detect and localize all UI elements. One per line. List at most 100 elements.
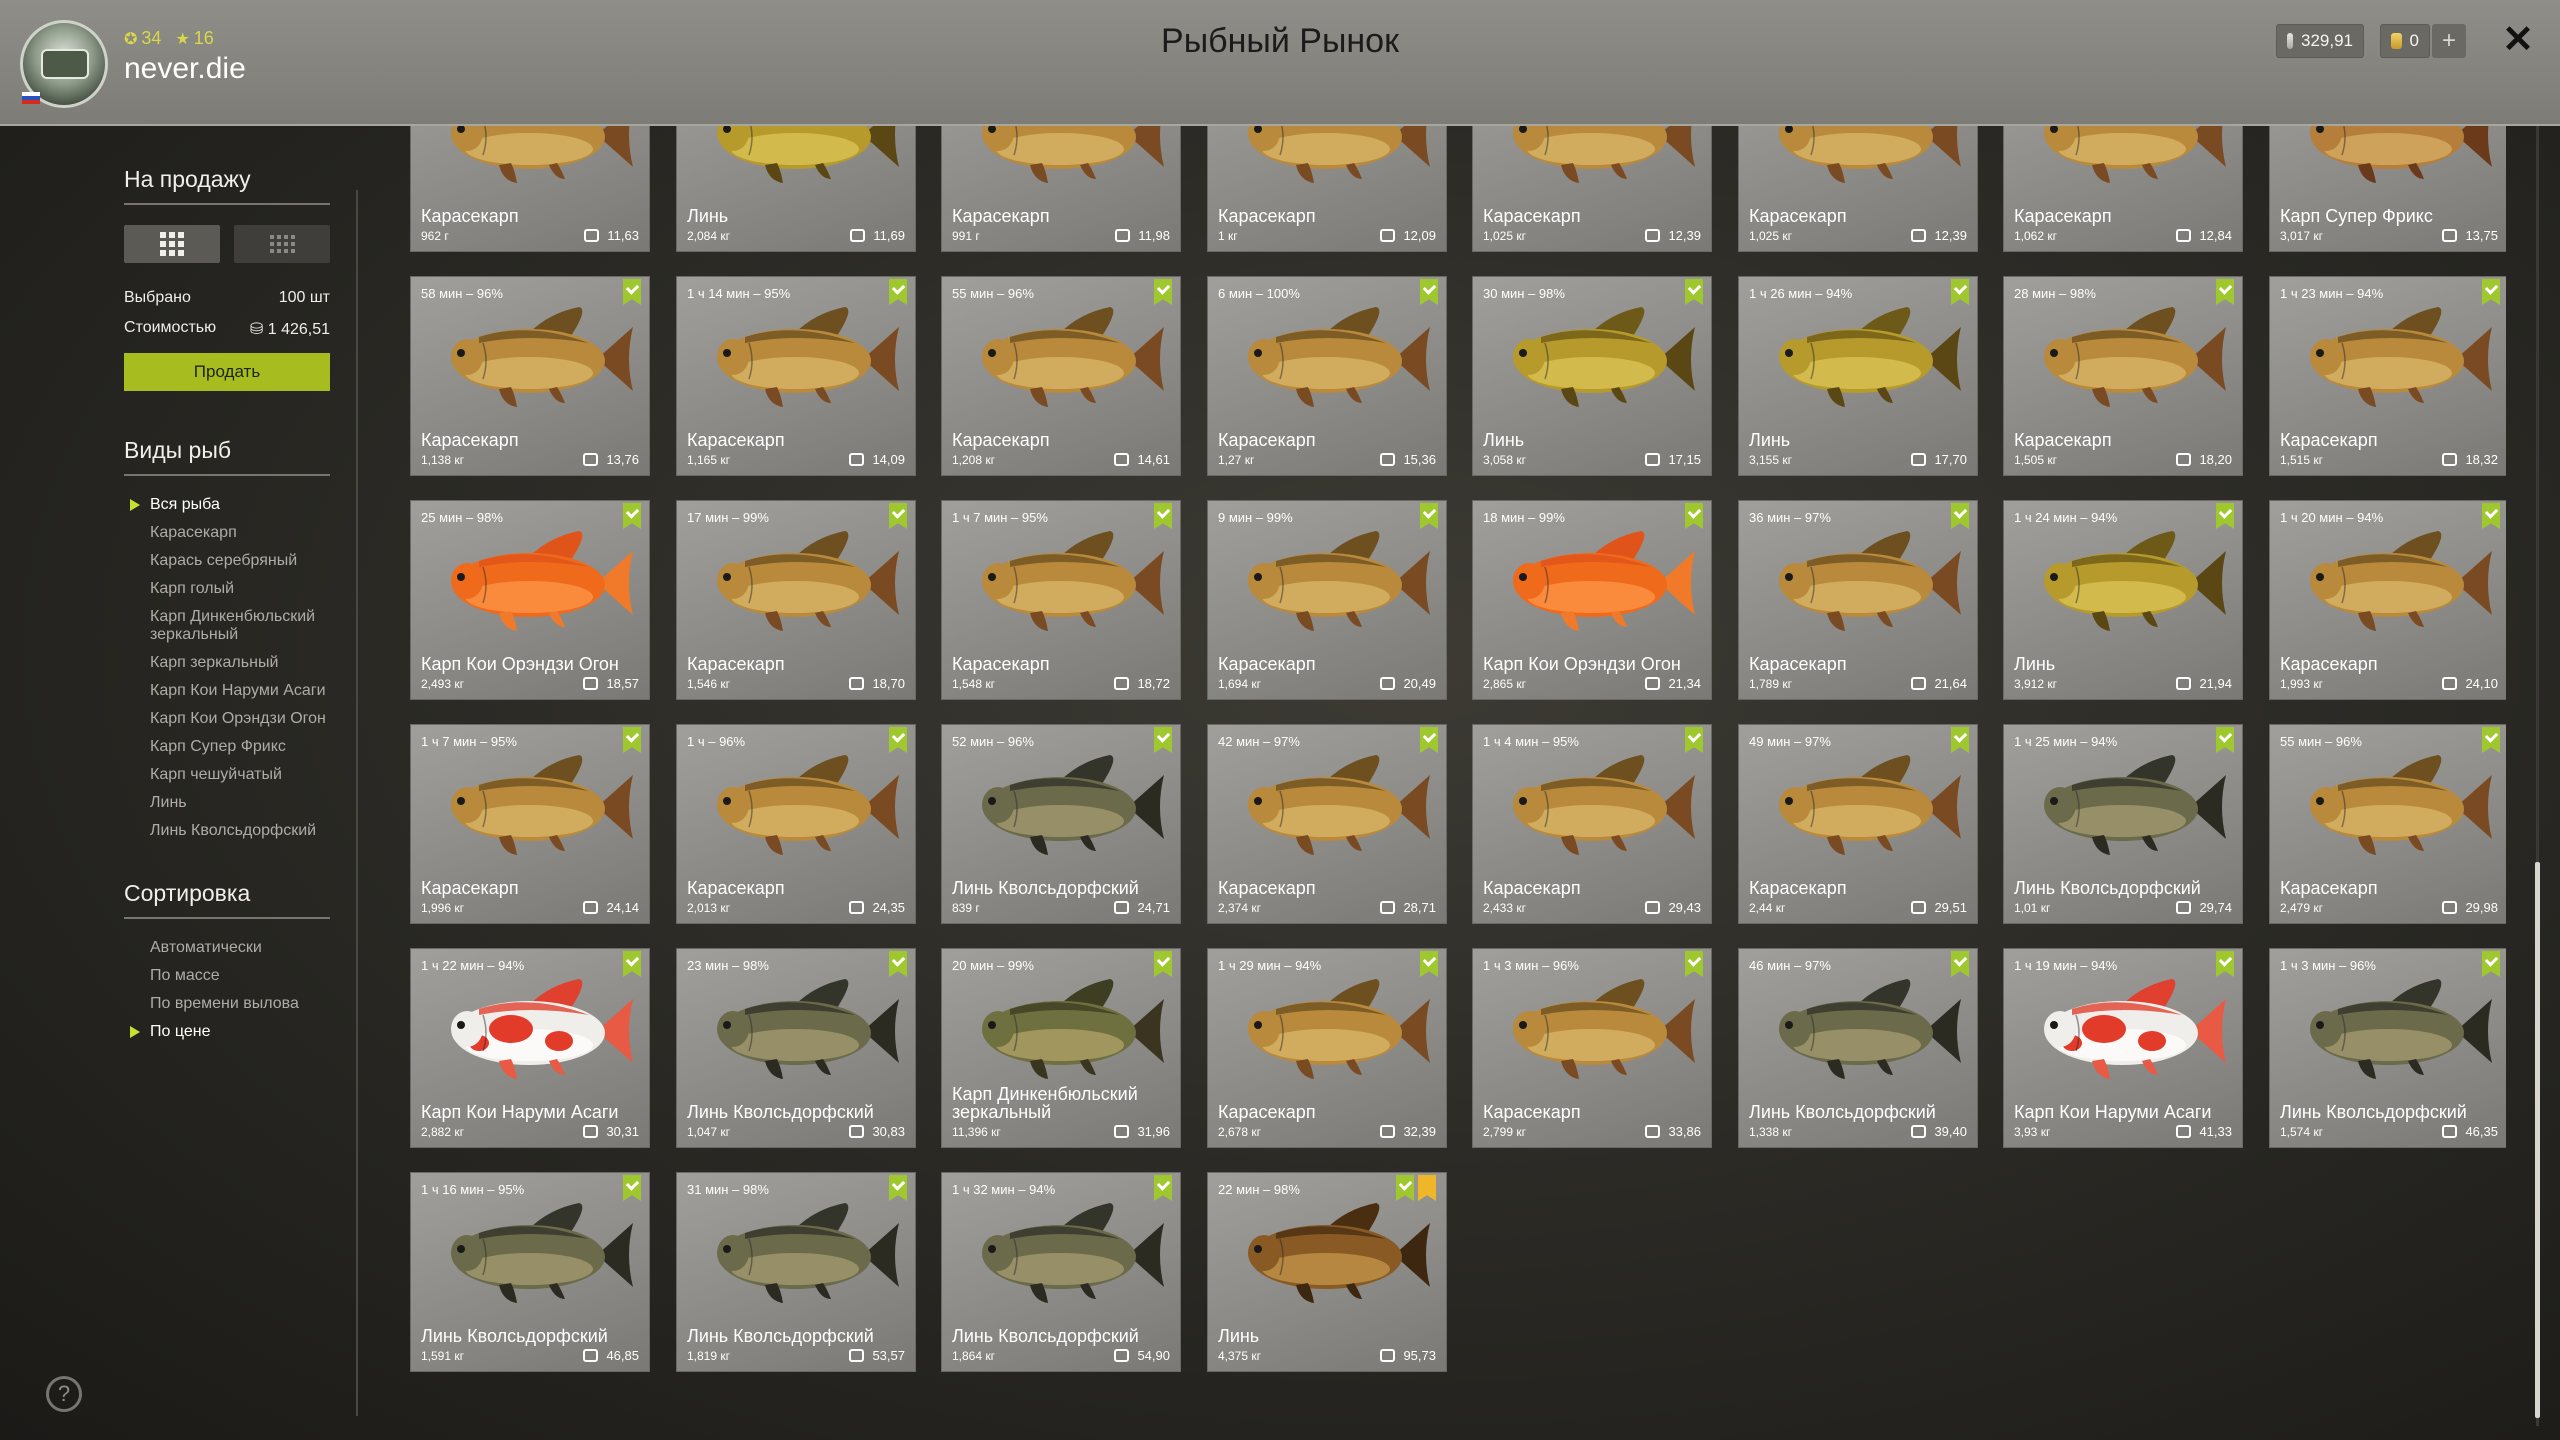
- fish-card[interactable]: 23 мин – 98% Линь Кволсьдорфский 1,047 кг 3…: [676, 948, 916, 1148]
- fish-image: [1248, 307, 1430, 407]
- fish-card[interactable]: Карасекарп 1,025 кг 12,39: [1472, 126, 1712, 252]
- fish-card[interactable]: 30 мин – 98% Линь 3,058 кг 17,15: [1472, 276, 1712, 476]
- species-filter-item[interactable]: Карп Кои Наруми Асаги: [150, 682, 330, 700]
- species-filter-item[interactable]: Вся рыба: [130, 496, 330, 514]
- species-filter-item[interactable]: Карп Динкенбюльский зеркальный: [150, 608, 330, 644]
- silver-coin-icon: [849, 1125, 865, 1138]
- fish-card[interactable]: Карасекарп 1 кг 12,09: [1207, 126, 1447, 252]
- fish-card[interactable]: 58 мин – 96% Карасекарп 1,138 кг 13,76: [410, 276, 650, 476]
- silver-coin-icon: [584, 229, 600, 242]
- fish-card[interactable]: Карп Супер Фрикс 3,017 кг 13,75: [2269, 126, 2506, 252]
- fish-card[interactable]: 46 мин – 97% Линь Кволсьдорфский 1,338 кг 3…: [1738, 948, 1978, 1148]
- species-filter-item[interactable]: Карасекарп: [150, 524, 330, 542]
- fish-card[interactable]: 1 ч 22 мин – 94% Карп Кои Наруми Асаги 2,8…: [410, 948, 650, 1148]
- small-grid-view-button[interactable]: [234, 225, 330, 263]
- fish-name: Карасекарп: [1749, 654, 1847, 674]
- fish-grid: Карасекарп 962 г 11,63 Линь 2,084 кг 11,69 Кар…: [410, 126, 2506, 1426]
- species-filter-item[interactable]: Карп Супер Фрикс: [150, 738, 330, 756]
- large-grid-view-button[interactable]: [124, 225, 220, 263]
- fish-weight: 3,93 кг: [2014, 1125, 2051, 1139]
- sell-button[interactable]: Продать: [124, 353, 330, 391]
- sort-option-item[interactable]: Автоматически: [150, 939, 330, 957]
- scrollbar-thumb[interactable]: [2535, 862, 2540, 1418]
- fish-card[interactable]: 36 мин – 97% Карасекарп 1,789 кг 21,64: [1738, 500, 1978, 700]
- fish-card[interactable]: 1 ч 26 мин – 94% Линь 3,155 кг 17,70: [1738, 276, 1978, 476]
- fish-card[interactable]: 25 мин – 98% Карп Кои Орэндзи Огон 2,493 к…: [410, 500, 650, 700]
- fish-card[interactable]: 1 ч 16 мин – 95% Линь Кволсьдорфский 1,591…: [410, 1172, 650, 1372]
- fish-card[interactable]: 17 мин – 99% Карасекарп 1,546 кг 18,70: [676, 500, 916, 700]
- price-value: 29,98: [2465, 900, 2498, 915]
- price-value: 28,71: [1403, 900, 1436, 915]
- species-filter-item[interactable]: Карп голый: [150, 580, 330, 598]
- fish-card[interactable]: Линь 2,084 кг 11,69: [676, 126, 916, 252]
- fish-price: 41,33: [2176, 1124, 2232, 1139]
- fish-price: 30,31: [583, 1124, 639, 1139]
- fish-card[interactable]: 1 ч 29 мин – 94% Карасекарп 2,678 кг 32,39: [1207, 948, 1447, 1148]
- fish-card[interactable]: 1 ч 19 мин – 94% Карп Кои Наруми Асаги 3,9…: [2003, 948, 2243, 1148]
- fish-card[interactable]: 42 мин – 97% Карасекарп 2,374 кг 28,71: [1207, 724, 1447, 924]
- fish-card[interactable]: 1 ч 7 мин – 95% Карасекарп 1,996 кг 24,14: [410, 724, 650, 924]
- fish-card[interactable]: 1 ч 3 мин – 96% Линь Кволсьдорфский 1,574 …: [2269, 948, 2506, 1148]
- fish-weight: 1,047 кг: [687, 1125, 730, 1139]
- top-bar: ✪ 34 ★ 16 never.die Рыбный Рынок 329,91 0 …: [0, 0, 2560, 126]
- sort-option-item[interactable]: По массе: [150, 967, 330, 985]
- fish-card[interactable]: 1 ч 24 мин – 94% Линь 3,912 кг 21,94: [2003, 500, 2243, 700]
- price-value: 13,75: [2465, 228, 2498, 243]
- price-value: 54,90: [1137, 1348, 1170, 1363]
- fish-card[interactable]: 20 мин – 99% Карп Динкенбюльский зеркальн…: [941, 948, 1181, 1148]
- price-value: 12,09: [1403, 228, 1436, 243]
- species-filter-item[interactable]: Карп зеркальный: [150, 654, 330, 672]
- fish-card[interactable]: 1 ч 20 мин – 94% Карасекарп 1,993 кг 24,10: [2269, 500, 2506, 700]
- sort-option-item[interactable]: По времени вылова: [150, 995, 330, 1013]
- fish-name: Карасекарп: [952, 206, 1050, 226]
- fish-card[interactable]: Карасекарп 1,062 кг 12,84: [2003, 126, 2243, 252]
- gold-balance: 0: [2380, 24, 2430, 58]
- catch-time-label: 9 мин – 99%: [1218, 510, 1293, 525]
- fish-card[interactable]: 22 мин – 98% Линь 4,375 кг 95,73: [1207, 1172, 1447, 1372]
- fish-card[interactable]: 1 ч 32 мин – 94% Линь Кволсьдорфский 1,864…: [941, 1172, 1181, 1372]
- fish-card[interactable]: 28 мин – 98% Карасекарп 1,505 кг 18,20: [2003, 276, 2243, 476]
- fish-image: [1248, 126, 1430, 183]
- fish-card[interactable]: 1 ч 3 мин – 96% Карасекарп 2,799 кг 33,86: [1472, 948, 1712, 1148]
- fish-weight: 1,864 кг: [952, 1349, 995, 1363]
- fish-name: Карп Кои Наруми Асаги: [421, 1102, 619, 1122]
- fish-image: [1248, 1203, 1430, 1303]
- fish-card[interactable]: 1 ч 4 мин – 95% Карасекарп 2,433 кг 29,43: [1472, 724, 1712, 924]
- species-filter-item[interactable]: Карп чешуйчатый: [150, 766, 330, 784]
- fish-weight: 4,375 кг: [1218, 1349, 1261, 1363]
- fish-card[interactable]: 55 мин – 96% Карасекарп 2,479 кг 29,98: [2269, 724, 2506, 924]
- fish-weight: 2,013 кг: [687, 901, 730, 915]
- silver-coin-icon: [1645, 677, 1661, 690]
- fish-card[interactable]: 49 мин – 97% Карасекарп 2,44 кг 29,51: [1738, 724, 1978, 924]
- fish-card[interactable]: 1 ч 23 мин – 94% Карасекарп 1,515 кг 18,32: [2269, 276, 2506, 476]
- add-currency-button[interactable]: +: [2432, 24, 2466, 58]
- help-button[interactable]: ?: [46, 1376, 82, 1412]
- species-filter-item[interactable]: Карп Кои Орэндзи Огон: [150, 710, 330, 728]
- fish-card[interactable]: 1 ч 14 мин – 95% Карасекарп 1,165 кг 14,09: [676, 276, 916, 476]
- sort-option-item[interactable]: По цене: [130, 1023, 330, 1041]
- fish-card[interactable]: 18 мин – 99% Карп Кои Орэндзи Огон 2,865 к…: [1472, 500, 1712, 700]
- fish-card[interactable]: 52 мин – 96% Линь Кволсьдорфский 839 г 24,7…: [941, 724, 1181, 924]
- fish-price: 21,94: [2176, 676, 2232, 691]
- silver-coin-icon: [2287, 33, 2293, 49]
- silver-coin-icon: [1380, 901, 1396, 914]
- fish-card[interactable]: Карасекарп 1,025 кг 12,39: [1738, 126, 1978, 252]
- price-value: 18,20: [2199, 452, 2232, 467]
- fish-card[interactable]: Карасекарп 962 г 11,63: [410, 126, 650, 252]
- fish-name: Линь Кволсьдорфский: [687, 1326, 874, 1346]
- fish-card[interactable]: 1 ч 7 мин – 95% Карасекарп 1,548 кг 18,72: [941, 500, 1181, 700]
- fish-card[interactable]: 55 мин – 96% Карасекарп 1,208 кг 14,61: [941, 276, 1181, 476]
- fish-card[interactable]: 6 мин – 100% Карасекарп 1,27 кг 15,36: [1207, 276, 1447, 476]
- catch-time-label: 1 ч 14 мин – 95%: [687, 286, 791, 301]
- fish-card[interactable]: 1 ч – 96% Карасекарп 2,013 кг 24,35: [676, 724, 916, 924]
- fish-card[interactable]: 9 мин – 99% Карасекарп 1,694 кг 20,49: [1207, 500, 1447, 700]
- fish-image: [1779, 531, 1961, 631]
- close-button[interactable]: ✕: [2498, 18, 2538, 62]
- silver-coin-icon: [850, 229, 866, 242]
- fish-card[interactable]: Карасекарп 991 г 11,98: [941, 126, 1181, 252]
- fish-card[interactable]: 1 ч 25 мин – 94% Линь Кволсьдорфский 1,01 …: [2003, 724, 2243, 924]
- species-filter-item[interactable]: Линь: [150, 794, 330, 812]
- fish-card[interactable]: 31 мин – 98% Линь Кволсьдорфский 1,819 кг 5…: [676, 1172, 916, 1372]
- species-filter-item[interactable]: Линь Кволсьдорфский: [150, 822, 330, 840]
- species-filter-item[interactable]: Карась серебряный: [150, 552, 330, 570]
